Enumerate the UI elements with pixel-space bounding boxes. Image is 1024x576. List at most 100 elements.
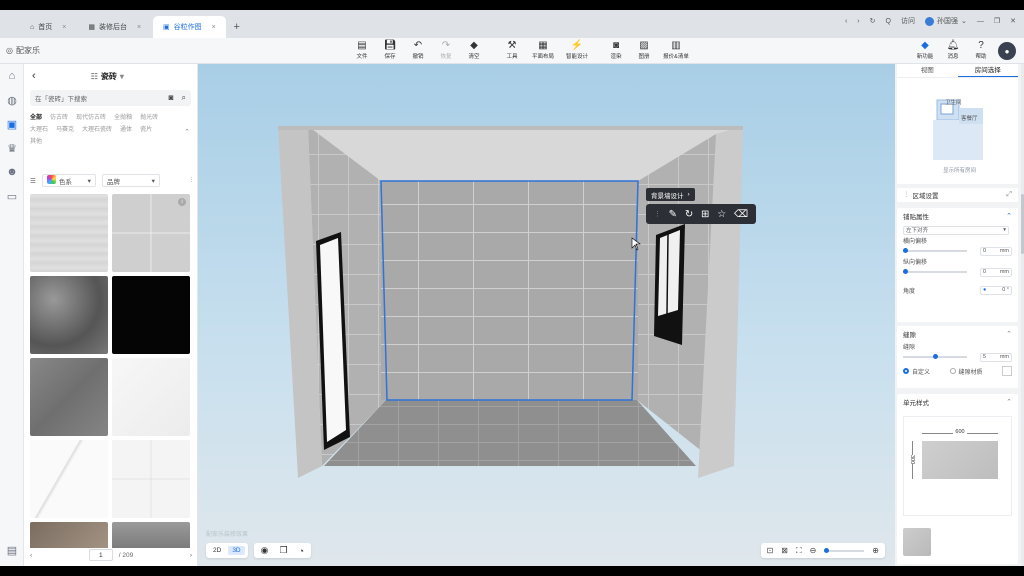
offset-x-slider[interactable] — [903, 248, 967, 253]
mode-2d-button[interactable]: 2D — [209, 546, 225, 555]
category-chip[interactable]: 大理石 — [30, 124, 48, 133]
material-tile[interactable] — [112, 276, 190, 354]
mode-3d-button[interactable]: 3D — [228, 546, 245, 555]
tile-icon[interactable]: ▣ — [0, 112, 24, 136]
redo-button[interactable]: ↷ 恢复 — [434, 40, 458, 60]
undo-button[interactable]: ↶ 撤销 — [406, 40, 430, 60]
bulb-icon[interactable]: ◍ — [0, 88, 24, 112]
chevron-up-icon[interactable]: ⌃ — [1006, 212, 1012, 220]
close-icon[interactable]: × — [62, 24, 66, 31]
category-chip[interactable]: 通体 — [120, 124, 132, 133]
refresh-icon[interactable]: ↻ — [870, 17, 876, 25]
tab-home[interactable]: ⌂ 首页 × — [20, 16, 76, 38]
offset-y-slider[interactable] — [903, 269, 967, 274]
avatar[interactable]: ● — [998, 42, 1016, 60]
quote-button[interactable]: ▥ 报价&清单 — [660, 40, 692, 60]
tab-editor[interactable]: ▣ 谷粒作图 × — [153, 16, 226, 38]
slider-handle[interactable] — [903, 248, 908, 253]
drag-handle-icon[interactable]: ⋮ — [654, 210, 661, 218]
add-layer-icon[interactable]: ⊞ — [701, 209, 709, 220]
category-chip[interactable]: 现代仿古砖 — [76, 112, 106, 121]
search-input[interactable]: 在「瓷砖」下搜索 ◙ ⌕ — [30, 90, 191, 106]
clear-button[interactable]: ◆ 清空 — [462, 40, 486, 60]
slider-handle[interactable] — [933, 354, 938, 359]
category-chip[interactable]: 其他 — [30, 136, 42, 145]
category-chip[interactable]: 抛光砖 — [140, 112, 158, 121]
layout-button[interactable]: ▦ 平面布局 — [528, 40, 558, 60]
render-button[interactable]: ◙ 渲染 — [604, 40, 628, 60]
app-logo[interactable]: ◎ 配家乐 — [6, 45, 40, 56]
material-thumbnail[interactable] — [903, 528, 931, 556]
category-chip[interactable]: 全部 — [30, 112, 42, 121]
chevron-up-icon[interactable]: ⌃ — [1006, 398, 1012, 406]
color-filter[interactable]: 色系 ▾ — [41, 174, 96, 187]
user-menu[interactable]: 孙国强 ⌄ — [924, 16, 967, 26]
zoom-slider[interactable] — [824, 547, 865, 553]
color-box[interactable] — [1002, 366, 1012, 376]
material-tile[interactable] — [30, 276, 108, 354]
zoom-slider-handle[interactable] — [824, 547, 830, 553]
search-icon[interactable]: ⌕ — [182, 93, 186, 103]
align-select[interactable]: 左下对齐 ▾ — [903, 225, 1009, 235]
3d-viewport[interactable]: 背景墙设计 › ⋮ ✎ ↻ ⊞ ☆ ⌫ 配家乐装修效果 2D 3D ◉ ❐ ◔ ⊡… — [198, 64, 895, 566]
edit-icon[interactable]: ✎ — [669, 209, 677, 220]
material-tile[interactable] — [112, 440, 190, 518]
radio-custom[interactable]: 自定义 — [903, 367, 930, 376]
keyboard-icon[interactable]: ▤ — [0, 538, 24, 562]
eye-icon[interactable]: ◉ — [257, 544, 273, 557]
smart-design-button[interactable]: ⚡ 智能设计 — [562, 40, 592, 60]
offset-x-input[interactable]: 0 mm — [980, 246, 1012, 256]
floorplan-mini[interactable] — [897, 78, 1018, 168]
gauge-icon[interactable]: ◔ — [295, 545, 308, 557]
room-scene[interactable] — [198, 64, 895, 566]
zoom-in-icon[interactable]: ⊕ — [872, 546, 879, 555]
close-icon[interactable]: × — [212, 24, 216, 31]
chevron-up-icon[interactable]: ⌃ — [1006, 330, 1012, 338]
copy-icon[interactable]: ❐ — [275, 544, 291, 557]
chevron-up-icon[interactable]: ⌃ — [184, 128, 190, 136]
minimize-icon[interactable]: — — [977, 18, 984, 25]
crown-icon[interactable]: ♛ — [0, 136, 24, 160]
tab-room-select[interactable]: 房间选择 — [957, 64, 1018, 77]
angle-input[interactable]: ● 0 ° — [980, 285, 1012, 295]
sofa-icon[interactable]: ▭ — [0, 184, 24, 208]
category-chip[interactable]: 瓷片 — [140, 124, 152, 133]
material-tile[interactable] — [112, 358, 190, 436]
radio-material[interactable]: 缝隙材质 — [949, 367, 983, 376]
material-tile[interactable]: i — [112, 194, 190, 272]
fullscreen-icon[interactable]: ⛶ — [796, 546, 802, 556]
erase-icon[interactable]: ⌫ — [734, 209, 748, 220]
category-chip[interactable]: 全抛釉 — [114, 112, 132, 121]
file-button[interactable]: ▤ 文件 — [350, 40, 374, 60]
material-tile[interactable] — [30, 358, 108, 436]
user-icon[interactable]: ☻ — [0, 160, 24, 184]
next-page-icon[interactable]: › — [190, 552, 192, 559]
house-icon[interactable]: ⌂ — [0, 64, 24, 88]
brand-filter[interactable]: 品牌 ▾ — [101, 174, 160, 187]
unit-preview[interactable]: 600 300 — [903, 416, 1012, 516]
forward-icon[interactable]: › — [857, 18, 859, 25]
list-view-icon[interactable]: ☰ — [30, 177, 36, 185]
close-window-icon[interactable]: ✕ — [1010, 17, 1016, 25]
back-wall[interactable] — [381, 181, 638, 400]
category-chip[interactable]: 仿古砖 — [50, 112, 68, 121]
category-chip[interactable]: 马赛克 — [56, 124, 74, 133]
panel-title[interactable]: ☷ 瓷砖 ▾ — [91, 71, 124, 82]
seam-width-input[interactable]: 5 mm — [980, 352, 1012, 362]
info-icon[interactable]: i — [178, 198, 186, 206]
back-icon[interactable]: ‹ — [845, 18, 847, 25]
floor[interactable] — [324, 400, 696, 466]
help-button[interactable]: ? 帮助 — [970, 40, 992, 60]
rotate-icon[interactable]: ↻ — [685, 209, 693, 220]
material-tile[interactable] — [30, 194, 108, 272]
star-icon[interactable]: ☆ — [717, 209, 726, 220]
new-feature-button[interactable]: ◆ 新功能 — [914, 40, 936, 60]
camera-fit-icon[interactable]: ⊡ — [767, 546, 774, 555]
camera-search-icon[interactable]: ◙ — [169, 93, 174, 103]
expand-icon[interactable]: ⤢ — [1006, 191, 1012, 199]
offset-y-input[interactable]: 0 mm — [980, 267, 1012, 277]
tab-view[interactable]: 视图 — [897, 64, 958, 77]
tab-admin[interactable]: ▦ 装修后台 × — [78, 16, 151, 38]
context-label[interactable]: 背景墙设计 › — [646, 188, 695, 201]
tools-button[interactable]: ⚒ 工具 — [500, 40, 524, 60]
